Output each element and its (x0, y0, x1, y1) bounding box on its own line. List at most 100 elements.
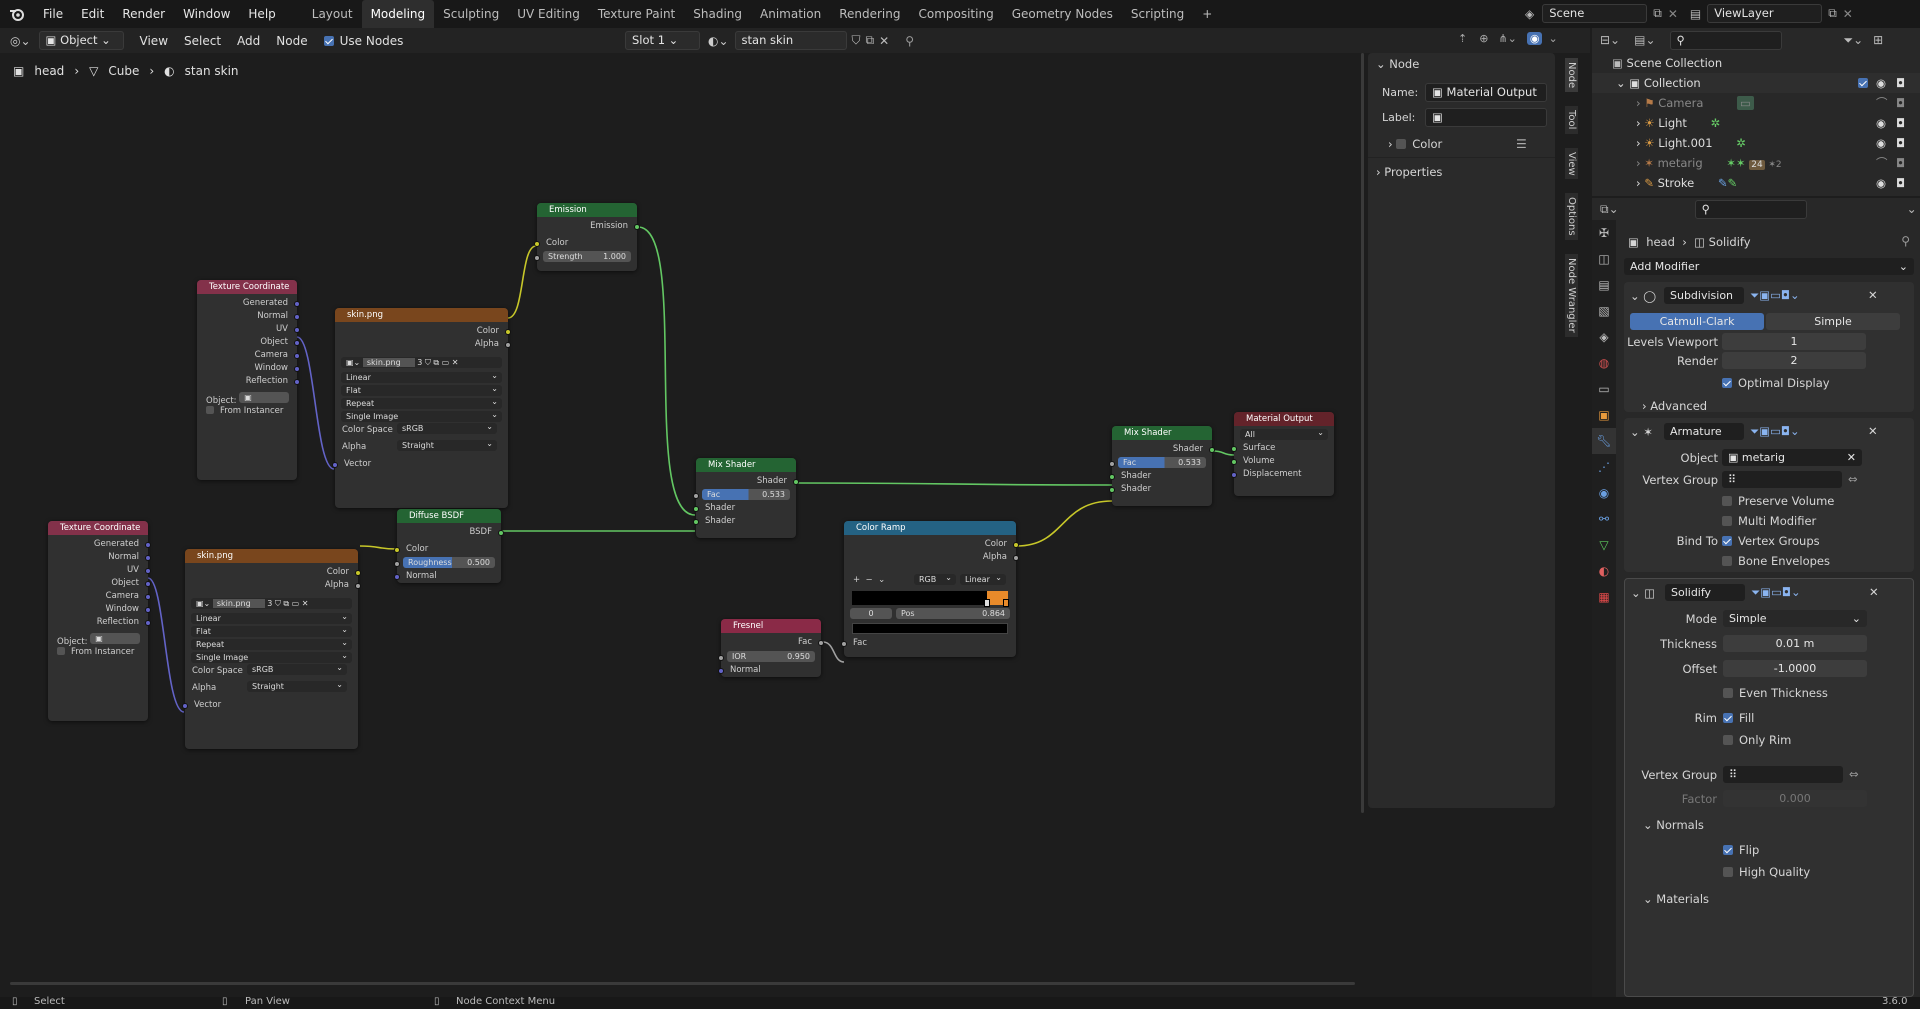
fac-field[interactable]: Fac 0.533 (1118, 457, 1206, 468)
color-ramp-gradient[interactable] (852, 591, 1009, 607)
from-instancer-checkbox[interactable] (57, 647, 65, 655)
multi-modifier-row[interactable]: Multi Modifier (1722, 514, 1816, 528)
input-socket[interactable] (1231, 459, 1237, 465)
output-socket[interactable] (294, 314, 300, 320)
offset-field[interactable]: -1.0000 (1723, 660, 1867, 677)
alpha-mode-dropdown[interactable]: Straight (247, 679, 347, 692)
output-window[interactable]: Window (48, 603, 151, 616)
from-instancer-row[interactable]: From Instancer (48, 646, 148, 659)
node-header[interactable]: Texture Coordinate (48, 521, 148, 535)
flip-checkbox[interactable] (1723, 845, 1733, 855)
even-thickness-checkbox[interactable] (1723, 688, 1733, 698)
snap-target-icon[interactable]: ⋔⌄ (1498, 32, 1516, 45)
menu-node[interactable]: Node (268, 34, 315, 48)
tab-compositing[interactable]: Compositing (909, 0, 1002, 28)
output-color[interactable]: Color (185, 566, 361, 579)
input-fac[interactable]: Fac 0.533 (1109, 457, 1212, 470)
input-fac[interactable]: Fac (841, 637, 1016, 650)
node-header[interactable]: Diffuse BSDF (397, 509, 501, 523)
camera-data-icon[interactable]: ▭ (1737, 96, 1754, 110)
armature-object-field[interactable]: ▣ metarig ✕ (1722, 449, 1862, 466)
input-socket[interactable] (841, 641, 847, 647)
menu-add[interactable]: Add (229, 34, 268, 48)
snap-icon[interactable]: ⊕ (1479, 32, 1488, 45)
output-fac[interactable]: Fac (721, 636, 824, 649)
strength-field[interactable]: Strength 1.000 (543, 251, 631, 262)
from-instancer-checkbox[interactable] (206, 406, 214, 414)
advanced-panel-header[interactable]: › Advanced (1642, 399, 1707, 413)
outliner-editor-icon[interactable]: ⊟⌄ (1600, 33, 1620, 47)
image-texture-node[interactable]: skin.png Color Alpha ▣⌄ skin.png 3 ⛉ ⧉ ▭… (332, 308, 511, 508)
projection-dropdown[interactable]: Flat (191, 624, 352, 637)
diffuse-bsdf-node[interactable]: Diffuse BSDF BSDF Color Roughness 0.500 N… (394, 509, 504, 583)
subdivision-header[interactable]: ⌄ ◯ (1630, 289, 1660, 303)
output-tab-icon[interactable]: ▤ (1592, 272, 1616, 298)
color-ramp-node[interactable]: Color Ramp Color Alpha + − ⌄ RGB Linear … (841, 521, 1019, 657)
blender-logo-icon[interactable] (0, 0, 34, 28)
visibility-eye-icon[interactable]: ◉ (1876, 73, 1886, 93)
input-socket[interactable] (394, 561, 400, 567)
tab-layout[interactable]: Layout (303, 0, 362, 28)
object-type-dropdown[interactable]: ▣ Object ⌄ (38, 31, 124, 50)
ramp-stop-handle[interactable] (983, 599, 990, 607)
input-socket[interactable] (394, 547, 400, 553)
node-header[interactable]: Fresnel (721, 619, 821, 633)
texture-coordinate-node[interactable]: Texture Coordinate Generated Normal UV O… (197, 280, 300, 480)
optimal-display-row[interactable]: Optimal Display (1722, 376, 1830, 390)
vertex-groups-row[interactable]: Vertex Groups (1722, 534, 1820, 548)
flip-row[interactable]: Flip (1723, 843, 1759, 857)
input-vector[interactable]: Vector (332, 458, 508, 471)
stop-index-field[interactable]: 0 (850, 608, 892, 619)
node-header[interactable]: Mix Shader (1112, 426, 1212, 440)
fac-field[interactable]: Fac 0.533 (702, 489, 790, 500)
output-socket[interactable] (294, 340, 300, 346)
output-uv[interactable]: UV (48, 564, 151, 577)
armature-header[interactable]: ⌄ ✶ (1630, 425, 1657, 439)
menu-edit[interactable]: Edit (72, 0, 113, 28)
pin-icon[interactable]: ⚲ (1901, 234, 1910, 248)
output-shader[interactable]: Shader (696, 475, 799, 488)
clear-object-icon[interactable]: ✕ (1847, 449, 1856, 466)
hidden-icon[interactable]: ⌒ (1876, 153, 1888, 173)
render-camera-icon[interactable]: ◘ (1896, 153, 1905, 173)
input-normal[interactable]: Normal (718, 664, 821, 677)
input-socket[interactable] (182, 703, 188, 709)
preserve-volume-row[interactable]: Preserve Volume (1722, 494, 1834, 508)
node-name-field[interactable]: ▣ Material Output (1425, 83, 1547, 102)
input-volume[interactable]: Volume (1231, 455, 1334, 468)
node-header[interactable]: skin.png (335, 308, 508, 322)
interpolation-dropdown[interactable]: Linear (341, 370, 502, 383)
menu-view[interactable]: View (132, 34, 176, 48)
view-layer-tab-icon[interactable]: ▧ (1592, 298, 1616, 324)
scene-collection-row[interactable]: ▣ Scene Collection (1592, 53, 1920, 73)
tab-shading[interactable]: Shading (684, 0, 751, 28)
optimal-display-checkbox[interactable] (1722, 378, 1732, 388)
output-generated[interactable]: Generated (48, 538, 151, 551)
input-socket[interactable] (1109, 474, 1115, 480)
tab-tool[interactable]: Tool (1565, 106, 1578, 134)
output-reflection[interactable]: Reflection (48, 616, 151, 629)
output-emission[interactable]: Emission (537, 220, 640, 233)
input-strength[interactable]: Strength 1.000 (534, 251, 637, 264)
image-selector[interactable]: ▣⌄ skin.png 3 ⛉ ⧉ ▭ ✕ (341, 357, 502, 368)
object-field[interactable]: ▣ (239, 392, 290, 403)
output-socket[interactable] (145, 607, 151, 613)
modifier-toggle-icons[interactable]: ⏷▣▭◘⌄ (1751, 585, 1801, 600)
output-normal[interactable]: Normal (197, 310, 300, 323)
multi-modifier-checkbox[interactable] (1722, 516, 1732, 526)
outliner-item-light[interactable]: › ☀ Light ✲ ◉ ◘ (1592, 113, 1920, 133)
display-mode-icon[interactable]: ▤⌄ (1634, 33, 1655, 47)
light-data-icon[interactable]: ✲ (1711, 116, 1721, 130)
material-name-field[interactable]: stan skin (734, 31, 847, 50)
catmull-clark-button[interactable]: Catmull-Clark (1630, 313, 1764, 330)
stop-position-field[interactable]: Pos 0.864 (896, 608, 1010, 619)
use-nodes-checkbox[interactable] (323, 35, 334, 46)
levels-viewport-field[interactable]: 1 (1722, 333, 1866, 350)
properties-editor-icon[interactable]: ⧉⌄ (1600, 202, 1619, 217)
node-header[interactable]: Emission (537, 203, 637, 217)
properties-search-input[interactable]: ⚲ (1694, 199, 1807, 219)
fill-row[interactable]: Fill (1723, 711, 1754, 725)
ior-field[interactable]: IOR 0.950 (727, 651, 815, 662)
image-selector[interactable]: ▣⌄ skin.png 3 ⛉ ⧉ ▭ ✕ (191, 598, 352, 609)
output-socket[interactable] (505, 342, 511, 348)
